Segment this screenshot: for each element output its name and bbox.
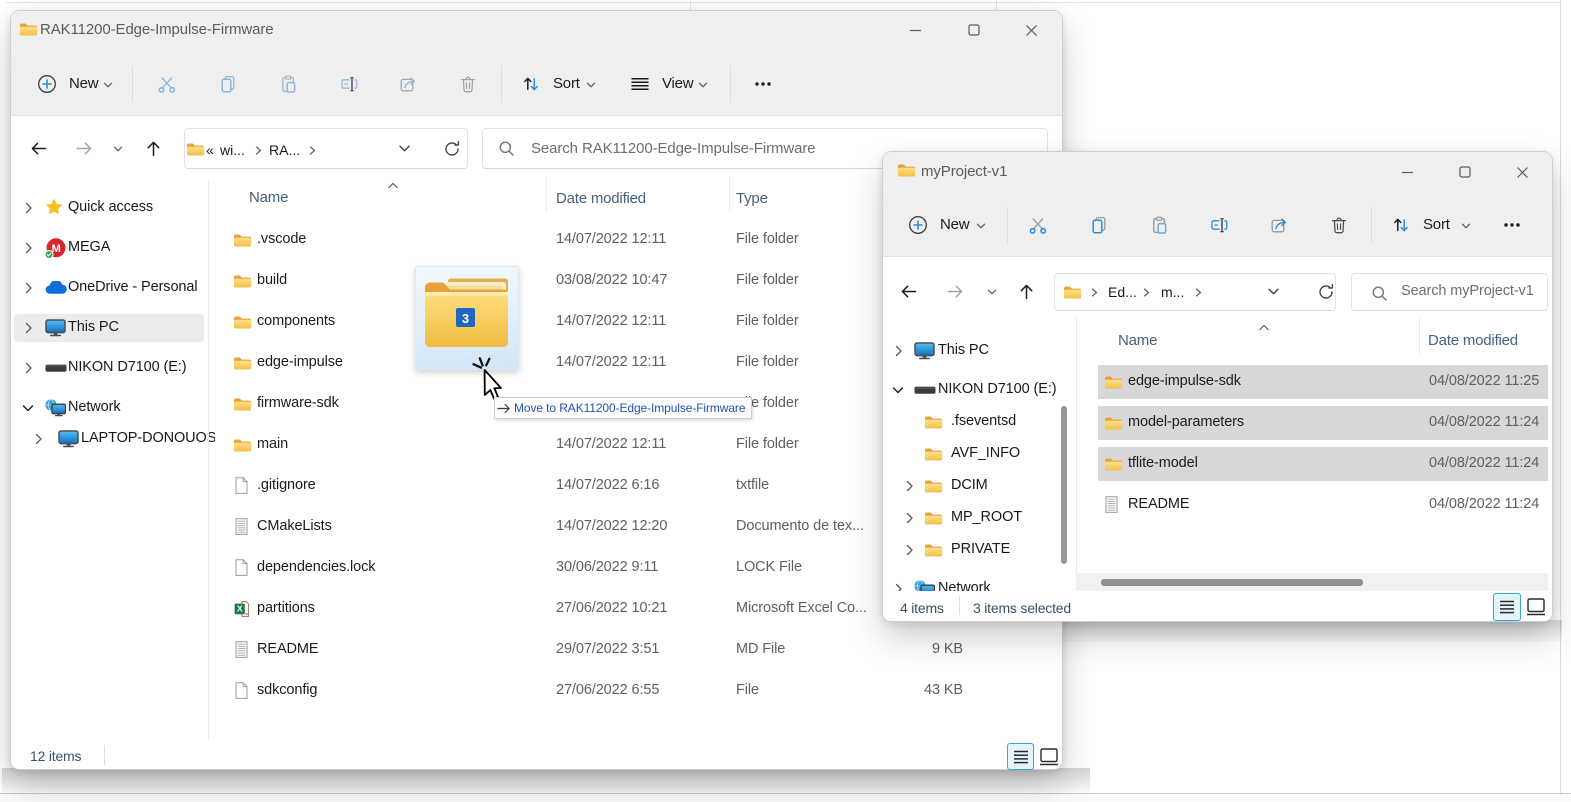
svg-text:X: X bbox=[237, 604, 243, 614]
